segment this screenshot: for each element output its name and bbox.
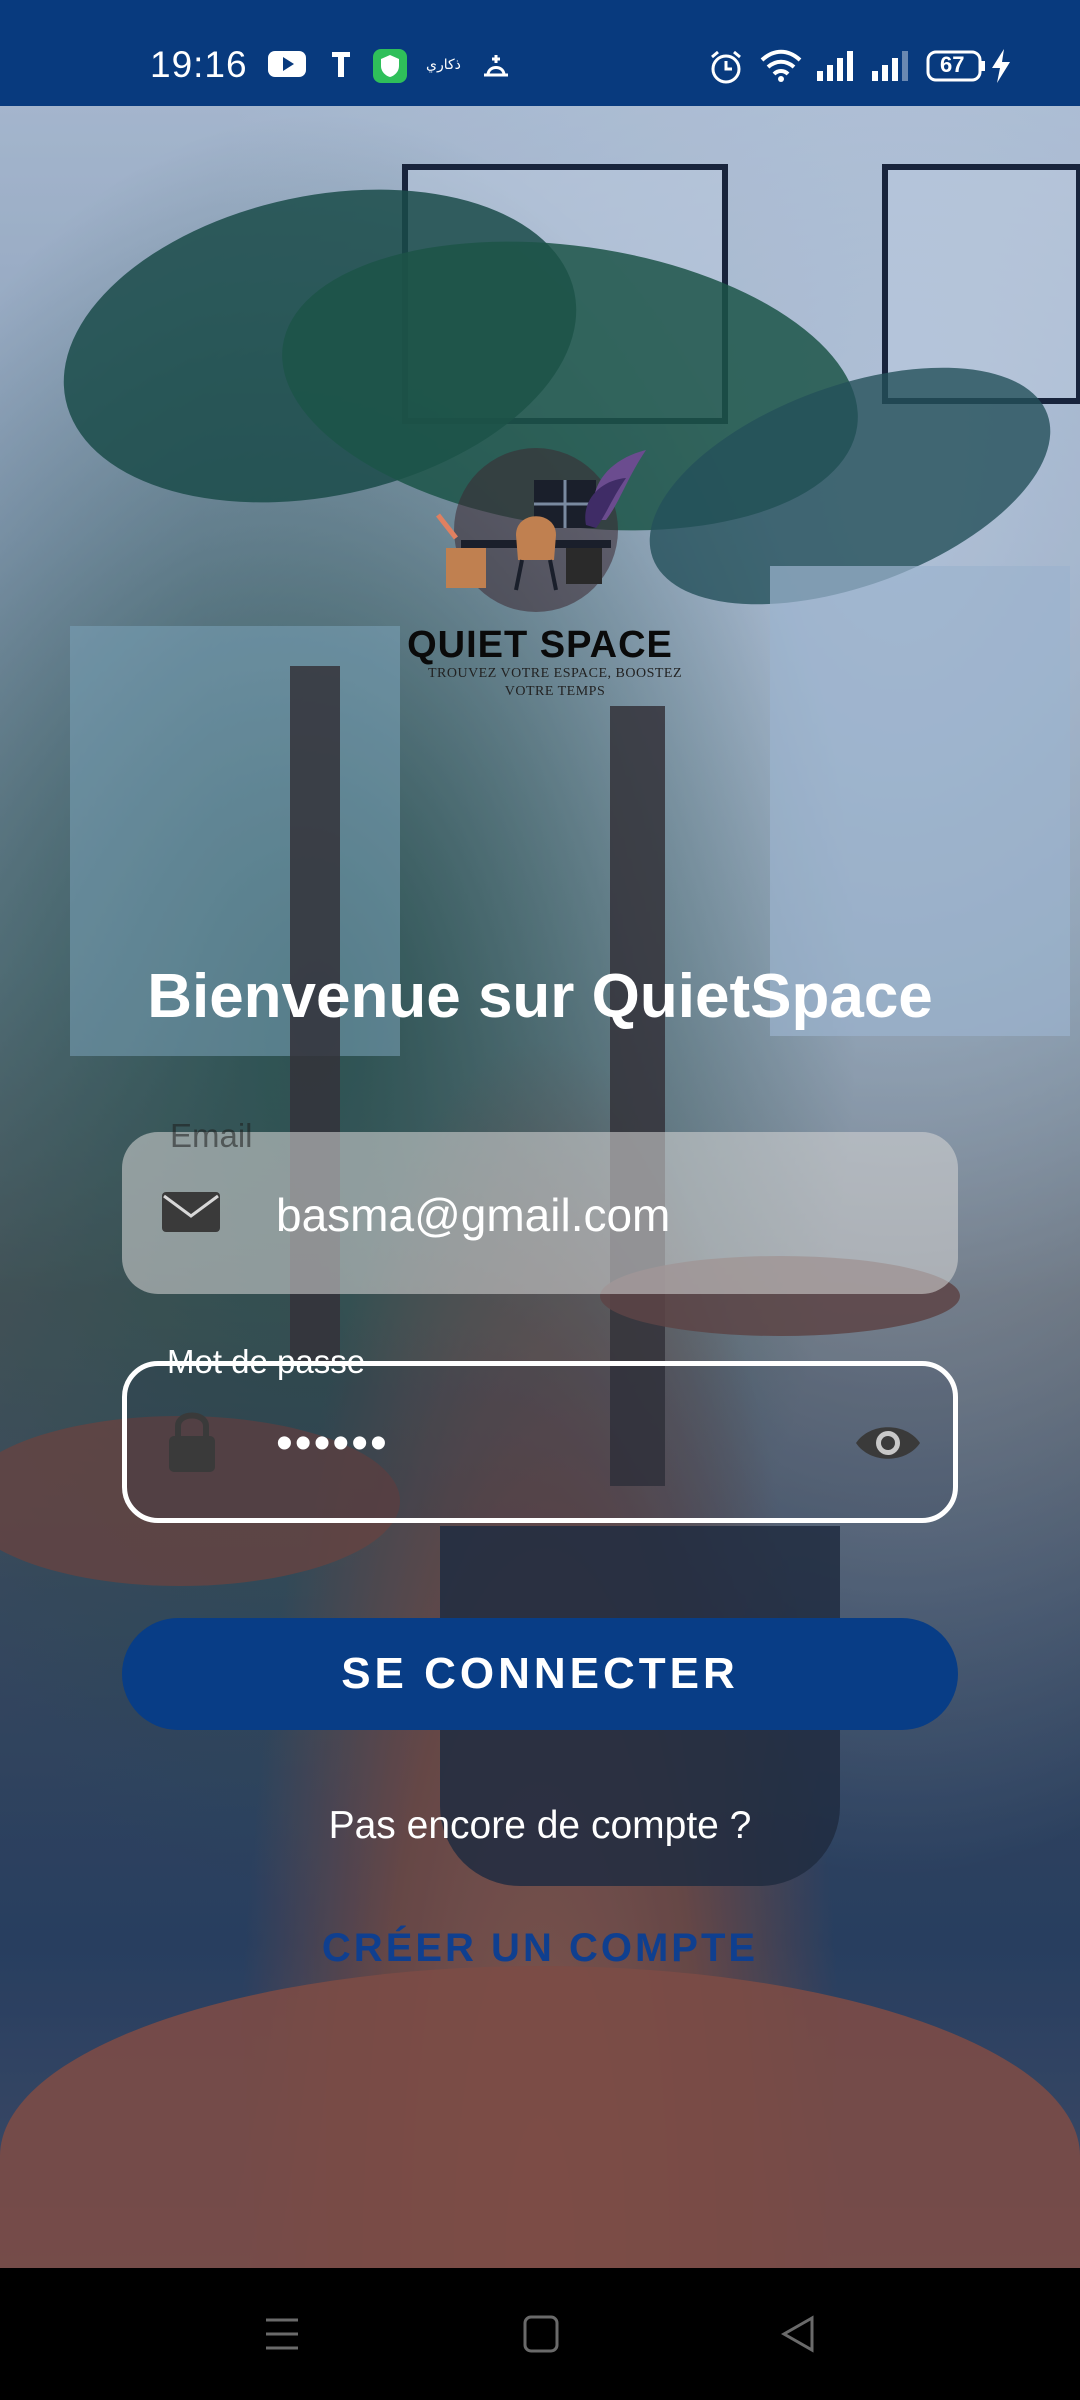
t-icon bbox=[332, 52, 350, 77]
signal-icon bbox=[817, 51, 853, 81]
prayer-icon bbox=[484, 55, 508, 77]
password-field[interactable] bbox=[122, 1361, 958, 1523]
mail-icon bbox=[162, 1192, 220, 1232]
signal-icon-2 bbox=[872, 51, 908, 81]
password-value: •••••• bbox=[276, 1417, 389, 1470]
email-value: basma@gmail.com bbox=[276, 1189, 671, 1241]
shield-app-icon bbox=[373, 49, 407, 83]
logo-title: QUIET SPACE bbox=[407, 624, 673, 666]
status-time: 19:16 bbox=[150, 44, 248, 85]
charging-icon bbox=[992, 49, 1010, 83]
no-account-text: Pas encore de compte ? bbox=[328, 1804, 752, 1847]
create-account-link[interactable]: CRÉER UN COMPTE bbox=[0, 1926, 1080, 1971]
eye-icon[interactable] bbox=[854, 1420, 922, 1466]
back-icon[interactable] bbox=[778, 2314, 818, 2354]
youtube-icon bbox=[268, 51, 306, 77]
alarm-icon bbox=[711, 50, 741, 84]
login-button[interactable]: SE CONNECTER bbox=[122, 1618, 958, 1730]
welcome-heading: Bienvenue sur QuietSpace bbox=[147, 962, 933, 1031]
logo-tagline-line2: VOTRE TEMPS bbox=[504, 684, 606, 699]
home-icon[interactable] bbox=[522, 2314, 560, 2354]
battery-level: 67 bbox=[940, 52, 965, 77]
lock-icon bbox=[169, 1412, 215, 1472]
logo-tagline: TROUVEZ VOTRE ESPACE, BOOSTEZ VOTRE TEMP… bbox=[420, 665, 690, 701]
adkar-icon: اذكاري bbox=[426, 57, 462, 73]
status-bar: 19:16 اذكاري 67 bbox=[0, 0, 1080, 106]
navigation-bar bbox=[0, 2268, 1080, 2400]
logo-tagline-line1: TROUVEZ VOTRE ESPACE, BOOSTEZ bbox=[427, 666, 683, 681]
email-label: Email bbox=[170, 1117, 253, 1154]
password-label: Mot de passe bbox=[167, 1343, 366, 1380]
wifi-icon bbox=[760, 49, 802, 82]
menu-icon[interactable] bbox=[262, 2314, 302, 2354]
svg-text:اذكاري: اذكاري bbox=[426, 57, 462, 73]
